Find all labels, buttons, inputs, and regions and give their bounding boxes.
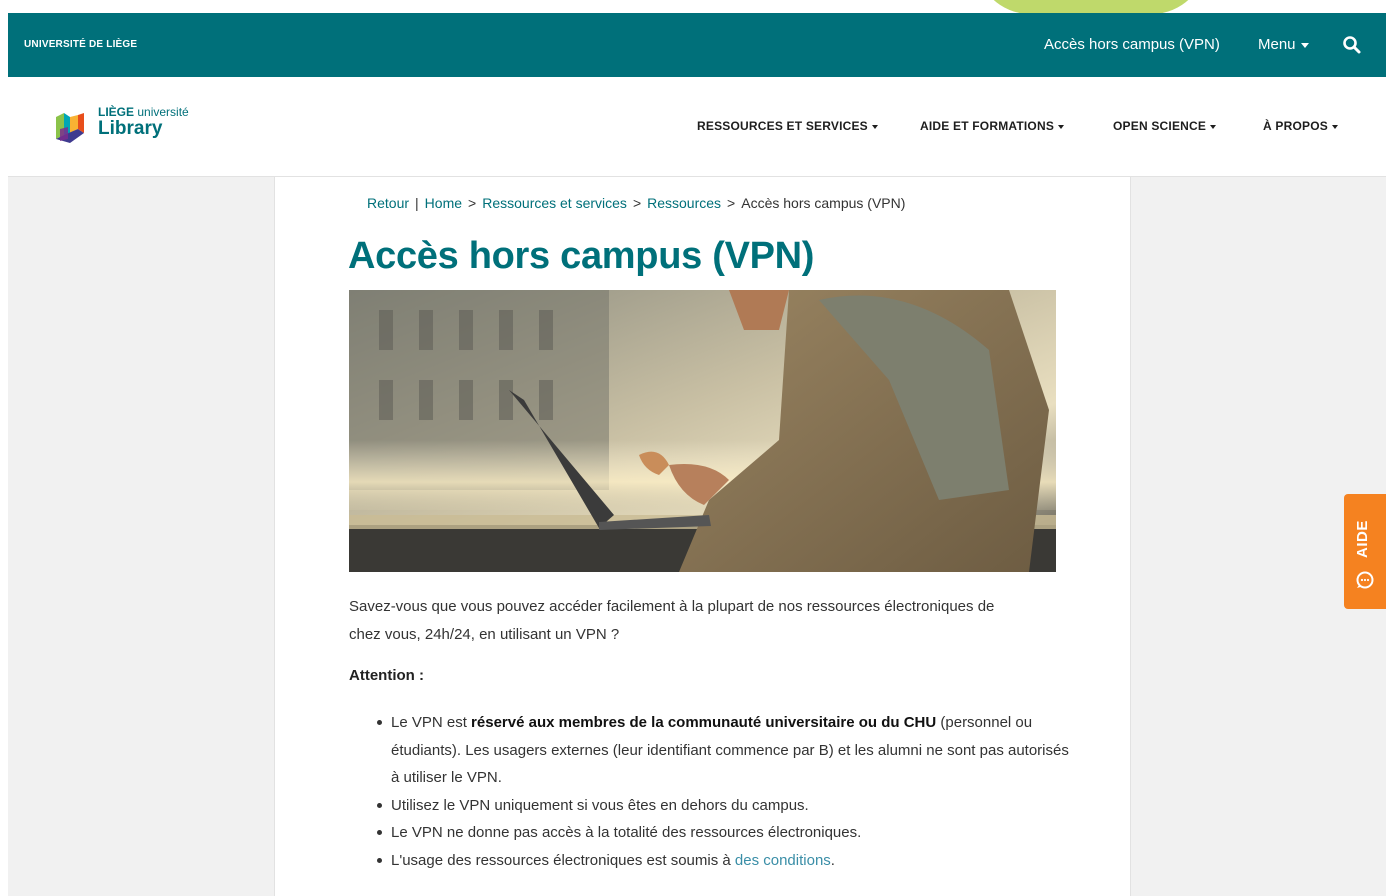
chat-help-icon bbox=[1356, 571, 1374, 589]
nav-item-open-science[interactable]: OPEN SCIENCE bbox=[1113, 119, 1217, 133]
library-logo[interactable]: LIÈGE université Library bbox=[54, 105, 214, 149]
library-navbar: LIÈGE université Library RESSOURCES ET S… bbox=[8, 77, 1386, 177]
university-topbar: UNIVERSITÉ DE LIÈGE Accès hors campus (V… bbox=[8, 13, 1386, 77]
list-item: Le VPN est réservé aux membres de la com… bbox=[377, 709, 1071, 792]
chevron-down-icon bbox=[1300, 42, 1309, 48]
library-logo-mark-icon bbox=[56, 113, 84, 143]
intro-paragraph: Savez-vous que vous pouvez accéder facil… bbox=[349, 598, 995, 643]
rules-list: Le VPN est réservé aux membres de la com… bbox=[377, 709, 1071, 875]
breadcrumb-current: Accès hors campus (VPN) bbox=[741, 195, 906, 211]
logo-line-2: Library bbox=[98, 118, 163, 139]
attention-heading: Attention : bbox=[349, 667, 424, 684]
conditions-link[interactable]: des conditions bbox=[735, 852, 831, 869]
chevron-down-icon bbox=[871, 124, 878, 129]
list-item: Utilisez le VPN uniquement si vous êtes … bbox=[377, 792, 1071, 820]
breadcrumb-ressources-et-services-link[interactable]: Ressources et services bbox=[482, 195, 627, 211]
window-left-edge bbox=[0, 0, 8, 896]
chevron-down-icon bbox=[1331, 124, 1338, 129]
list-item: L'usage des ressources électroniques est… bbox=[377, 847, 1071, 875]
chevron-down-icon bbox=[1210, 124, 1217, 129]
vpn-access-link[interactable]: Accès hors campus (VPN) bbox=[1044, 36, 1220, 53]
list-item: Le VPN ne donne pas accès à la totalité … bbox=[377, 819, 1071, 847]
breadcrumb-back-link[interactable]: Retour bbox=[367, 195, 409, 211]
nav-item-ressources-et-services[interactable]: RESSOURCES ET SERVICES bbox=[697, 119, 878, 133]
nav-item-aide-et-formations[interactable]: AIDE ET FORMATIONS bbox=[920, 119, 1065, 133]
nav-item-a-propos[interactable]: À PROPOS bbox=[1263, 119, 1338, 133]
page-title: Accès hors campus (VPN) bbox=[348, 235, 815, 277]
breadcrumb: Retour | Home > Ressources et services > Resso… bbox=[367, 195, 906, 211]
aide-label: AIDE bbox=[1354, 520, 1371, 558]
university-name[interactable]: UNIVERSITÉ DE LIÈGE bbox=[24, 39, 137, 50]
breadcrumb-ressources-link[interactable]: Ressources bbox=[647, 195, 721, 211]
hero-image bbox=[349, 290, 1056, 572]
logo-line-1: LIÈGE université bbox=[98, 105, 189, 119]
main-content: Retour | Home > Ressources et services > Resso… bbox=[274, 177, 1131, 896]
search-icon[interactable] bbox=[1342, 35, 1362, 55]
breadcrumb-home-link[interactable]: Home bbox=[425, 195, 462, 211]
menu-label: Menu bbox=[1258, 36, 1296, 53]
aide-help-tab[interactable]: AIDE bbox=[1344, 494, 1386, 609]
menu-button[interactable]: Menu bbox=[1258, 36, 1309, 53]
chevron-down-icon bbox=[1058, 124, 1065, 129]
